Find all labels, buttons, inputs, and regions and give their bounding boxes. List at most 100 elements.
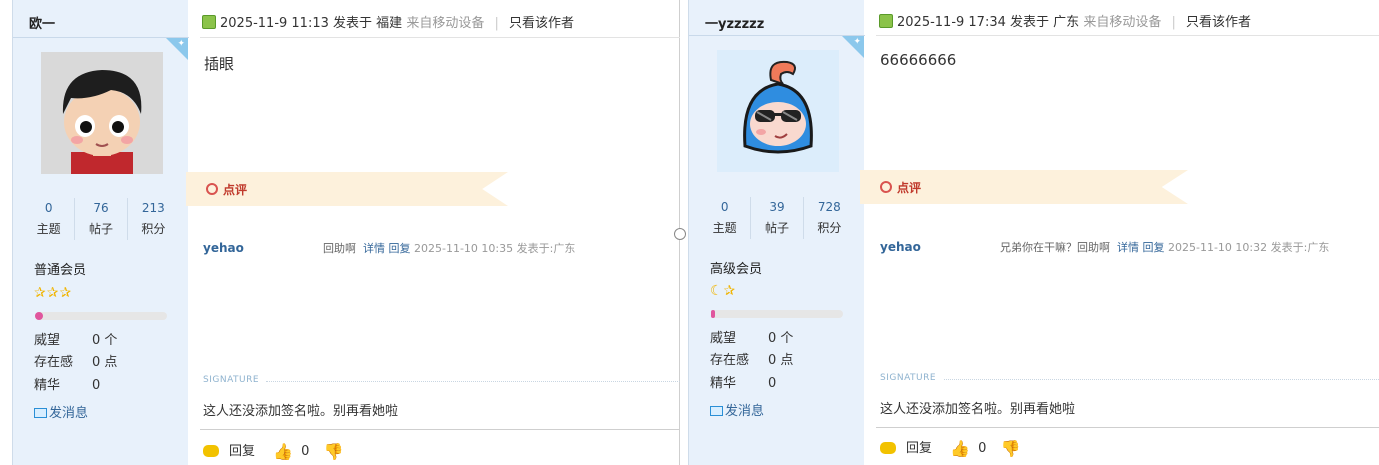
essence-value: 0: [768, 376, 777, 391]
member-group[interactable]: 高级会员: [710, 258, 762, 277]
presence-row: 存在感 0 点: [710, 349, 793, 368]
thumbs-up-icon[interactable]: 👍: [273, 442, 293, 461]
post-datetime: 2025-11-9 11:13: [220, 16, 329, 31]
stat-value: 213: [141, 201, 165, 215]
send-message-label: 发消息: [725, 404, 765, 419]
stat-topics[interactable]: 0 主题: [23, 198, 76, 240]
post-datetime: 2025-11-9 17:34: [897, 15, 1006, 30]
stat-label: 主题: [712, 221, 737, 235]
prestige-row: 威望 0 个: [710, 327, 793, 346]
comment-body: 兄弟你在干嘛？回助啊 详情 回复 2025-11-10 10:32 发表于:广东: [1000, 239, 1329, 255]
comment-reply-link[interactable]: 回复: [389, 242, 411, 255]
signature-text: 这人还没添加签名啦。别再看她啦: [203, 404, 399, 419]
footer-divider: [200, 429, 680, 430]
like-count: 0: [301, 444, 310, 459]
stat-points[interactable]: 213 积分: [128, 198, 179, 240]
author-sidebar: 一yzzzzz ✦ 0 主题 39 帖子 728 积分 高级会员 ☾✰ 威望 0…: [688, 0, 865, 465]
presence-value: 0 点: [768, 353, 794, 368]
comment-circle-icon: [880, 181, 892, 193]
footer-divider: [876, 427, 1379, 428]
comment-text: 回助啊: [323, 242, 356, 255]
comment-reply-link[interactable]: 回复: [1143, 241, 1165, 254]
send-message-label: 发消息: [49, 406, 89, 421]
like-count: 0: [978, 441, 987, 456]
stat-value: 0: [44, 201, 53, 215]
presence-value: 0 点: [92, 355, 118, 370]
post-content: 66666666: [880, 51, 957, 69]
presence-label: 存在感: [710, 353, 750, 368]
only-author-link[interactable]: 只看该作者: [1186, 15, 1251, 30]
comment-user[interactable]: yehao: [203, 241, 244, 255]
post-1: 欧一 ✦ 0 主题 76 帖子 213 积分 普通会员 ✰✰✰ 威望 0 个 存…: [12, 0, 680, 465]
signature-divider: [266, 381, 680, 382]
comment-section-ribbon: 点评: [860, 170, 1188, 204]
rank-stars-icon: ✰✰✰: [34, 285, 73, 301]
comment-time: 2025-11-10 10:32 发表于:广东: [1168, 241, 1330, 254]
post-2: 一yzzzzz ✦ 0 主题 39 帖子 728 积分 高级会员 ☾✰ 威望 0…: [688, 0, 1379, 465]
header-separator: |: [494, 16, 499, 31]
device-label: 来自移动设备: [1083, 15, 1162, 30]
post-header: 2025-11-9 11:13 发表于 福建 来自移动设备 | 只看该作者: [202, 12, 574, 31]
signature-text: 这人还没添加签名啦。别再看她啦: [880, 402, 1076, 417]
prestige-label: 威望: [34, 333, 61, 348]
stat-value: 728: [817, 200, 841, 214]
avatar[interactable]: [717, 50, 839, 172]
online-status-icon: [202, 15, 216, 29]
signature-label: SIGNATURE: [880, 373, 937, 383]
signature-label: SIGNATURE: [203, 375, 260, 385]
stat-posts[interactable]: 39 帖子: [751, 197, 804, 239]
author-stats: 0 主题 39 帖子 728 积分: [699, 197, 855, 239]
post-location: 福建: [376, 16, 403, 31]
avatar[interactable]: [41, 52, 163, 174]
stat-value: 0: [720, 200, 729, 214]
essence-row: 精华 0: [710, 372, 776, 391]
level-progress-fill: [35, 312, 43, 320]
author-name[interactable]: 一yzzzzz: [705, 13, 764, 32]
signature-divider: [944, 379, 1379, 380]
mobile-badge-icon: ✦: [166, 38, 188, 60]
mobile-badge-icon: ✦: [842, 36, 864, 58]
comment-circle-icon: [206, 183, 218, 195]
level-progress-fill: [711, 310, 715, 318]
avatar-cool-blob-icon: [717, 50, 839, 172]
send-message-link[interactable]: 发消息: [710, 400, 764, 419]
reply-bubble-icon[interactable]: [203, 445, 219, 457]
header-divider: [876, 35, 1379, 36]
level-progress-bar: [711, 310, 843, 318]
post-content: 插眼: [204, 55, 235, 73]
comment-section-label: 点评: [897, 181, 922, 195]
stat-points[interactable]: 728 积分: [804, 197, 855, 239]
device-label: 来自移动设备: [406, 16, 485, 31]
stat-label: 积分: [817, 221, 842, 235]
only-author-link[interactable]: 只看该作者: [509, 16, 574, 31]
author-sidebar: 欧一 ✦ 0 主题 76 帖子 213 积分 普通会员 ✰✰✰ 威望 0 个 存…: [12, 0, 189, 465]
reply-bubble-icon[interactable]: [880, 442, 896, 454]
stat-label: 积分: [141, 222, 166, 236]
stat-topics[interactable]: 0 主题: [699, 197, 752, 239]
comment-detail-link[interactable]: 详情: [1117, 241, 1139, 254]
reply-button[interactable]: 回复: [906, 441, 932, 456]
stat-posts[interactable]: 76 帖子: [75, 198, 128, 240]
thumbs-down-icon[interactable]: 👎: [324, 442, 344, 461]
prestige-value: 0 个: [768, 331, 794, 346]
comment-section-label: 点评: [223, 183, 248, 197]
member-group[interactable]: 普通会员: [34, 259, 86, 278]
posted-in-label: 发表于: [333, 16, 373, 31]
post-location: 广东: [1053, 15, 1080, 30]
divider: [13, 37, 189, 38]
comment-user[interactable]: yehao: [880, 240, 921, 254]
essence-label: 精华: [34, 378, 61, 393]
envelope-icon: [710, 406, 723, 416]
send-message-link[interactable]: 发消息: [34, 402, 88, 421]
posted-in-label: 发表于: [1010, 15, 1050, 30]
stat-label: 帖子: [764, 221, 789, 235]
post-footer: 回复 👍 0 👎: [203, 440, 343, 461]
envelope-icon: [34, 408, 47, 418]
reply-button[interactable]: 回复: [229, 444, 255, 459]
prestige-label: 威望: [710, 331, 737, 346]
author-name[interactable]: 欧一: [29, 13, 55, 32]
thumbs-down-icon[interactable]: 👎: [1001, 439, 1021, 458]
thumbs-up-icon[interactable]: 👍: [950, 439, 970, 458]
divider: [689, 35, 865, 36]
comment-detail-link[interactable]: 详情: [363, 242, 385, 255]
